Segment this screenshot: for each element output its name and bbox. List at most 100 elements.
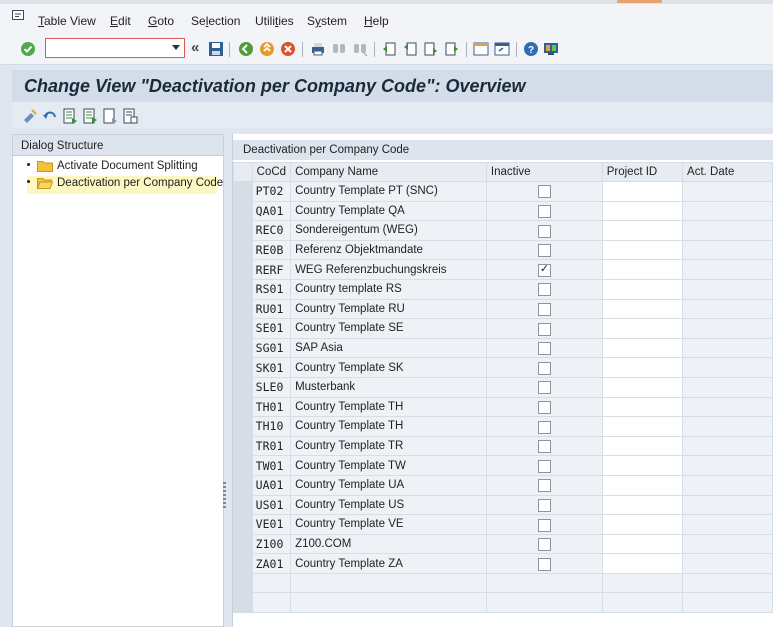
shortcut-icon[interactable] [494,41,510,57]
menu-goto[interactable]: Goto [148,14,174,28]
menu-window-icon[interactable] [12,10,26,22]
row-selector[interactable] [233,435,253,457]
display-change-icon[interactable] [22,108,38,124]
menu-utilities[interactable]: Utilities [255,14,294,28]
cancel-icon[interactable] [280,41,296,57]
find-next-icon[interactable] [352,41,368,57]
cell-project-id-input[interactable] [601,200,684,222]
inactive-checkbox[interactable] [537,479,551,493]
new-session-icon[interactable] [473,41,489,57]
delete-icon[interactable] [102,108,118,124]
inactive-checkbox[interactable] [537,459,551,473]
help-icon[interactable]: ? [523,41,539,57]
row-selector[interactable] [233,592,253,614]
chevron-down-icon[interactable] [172,45,180,50]
cell-project-id-input[interactable] [601,514,684,535]
enter-check-icon[interactable] [20,41,36,57]
inactive-checkbox[interactable] [537,381,551,395]
inactive-checkbox[interactable] [537,538,551,552]
exit-icon[interactable] [259,41,275,57]
column-header-inactive[interactable]: Inactive [485,162,603,182]
cell-project-id-input[interactable] [601,474,684,496]
row-selector[interactable] [233,533,253,555]
cell-project-id-input[interactable] [601,239,684,261]
inactive-checkbox[interactable] [537,303,551,317]
menu-help[interactable]: Help [364,14,389,28]
command-field[interactable] [45,38,185,58]
cell-project-id-input[interactable] [601,357,684,378]
find-icon[interactable] [331,41,347,57]
cell-project-id-input[interactable] [601,533,684,555]
cell-project-id-input[interactable] [601,553,684,574]
menu-selection[interactable]: Selection [191,14,240,28]
undo-icon[interactable] [42,108,58,124]
previous-page-icon[interactable] [402,41,418,57]
inactive-checkbox[interactable] [537,557,551,571]
cell-project-id-input[interactable] [601,376,684,398]
row-selector[interactable] [233,181,253,202]
inactive-checkbox[interactable] [537,262,551,277]
next-page-icon[interactable] [423,41,439,57]
row-selector[interactable] [233,298,253,320]
cell-project-id-input[interactable] [601,435,684,457]
inactive-checkbox[interactable] [537,185,551,199]
save-icon[interactable] [208,41,224,57]
cell-project-id-input[interactable] [601,396,684,418]
inactive-checkbox[interactable] [537,361,551,375]
copy-as-icon[interactable] [82,108,98,124]
select-all-icon[interactable] [122,108,138,124]
new-entries-icon[interactable] [62,108,78,124]
select-all-column-header[interactable] [233,162,253,182]
cell-project-id-input[interactable] [601,494,684,516]
print-icon[interactable] [310,41,326,57]
tree-item-deactivation-per-company-code[interactable]: Deactivation per Company Code [27,176,223,194]
inactive-checkbox[interactable] [537,440,551,454]
menu-edit[interactable]: Edit [110,14,131,28]
splitter-grip-icon[interactable] [223,482,226,510]
row-selector[interactable] [233,337,253,359]
cell-project-id-input[interactable] [601,278,684,300]
column-header-project-id[interactable]: Project ID [601,162,684,182]
cell-project-id-input[interactable] [601,220,684,241]
row-selector[interactable] [233,200,253,222]
cell-project-id-input[interactable] [601,318,684,339]
row-selector[interactable] [233,572,253,594]
row-selector[interactable] [233,220,253,241]
last-page-icon[interactable] [444,41,460,57]
inactive-checkbox[interactable] [537,283,551,297]
inactive-checkbox[interactable] [537,498,551,512]
inactive-checkbox[interactable] [537,342,551,356]
column-header-act-date[interactable]: Act. Date [682,162,773,182]
row-selector[interactable] [233,514,253,535]
column-header-cocd[interactable]: CoCd [251,162,292,182]
row-selector[interactable] [233,416,253,437]
inactive-checkbox[interactable] [537,205,551,219]
inactive-checkbox[interactable] [537,400,551,414]
cell-project-id-input[interactable] [601,455,684,476]
menu-table-view[interactable]: Table View [38,14,96,28]
row-selector[interactable] [233,396,253,418]
first-page-icon[interactable] [381,41,397,57]
cell-project-id-input[interactable] [601,298,684,320]
cell-project-id-input[interactable] [601,416,684,437]
row-selector[interactable] [233,239,253,261]
back-icon[interactable] [238,41,254,57]
collapse-icon[interactable]: « [191,39,207,56]
row-selector[interactable] [233,259,253,280]
inactive-checkbox[interactable] [537,420,551,434]
inactive-checkbox[interactable] [537,322,551,336]
splitter[interactable] [224,134,232,627]
inactive-checkbox[interactable] [537,224,551,238]
cell-project-id-input[interactable] [601,259,684,280]
inactive-checkbox[interactable] [537,244,551,258]
row-selector[interactable] [233,376,253,398]
menu-system[interactable]: System [307,14,347,28]
cell-project-id-input[interactable] [601,337,684,359]
tree-item-activate-document-splitting[interactable]: Activate Document Splitting [27,159,207,177]
layout-menu-icon[interactable] [543,41,559,57]
cell-project-id-input[interactable] [601,181,684,202]
row-selector[interactable] [233,474,253,496]
row-selector[interactable] [233,278,253,300]
row-selector[interactable] [233,318,253,339]
row-selector[interactable] [233,494,253,516]
